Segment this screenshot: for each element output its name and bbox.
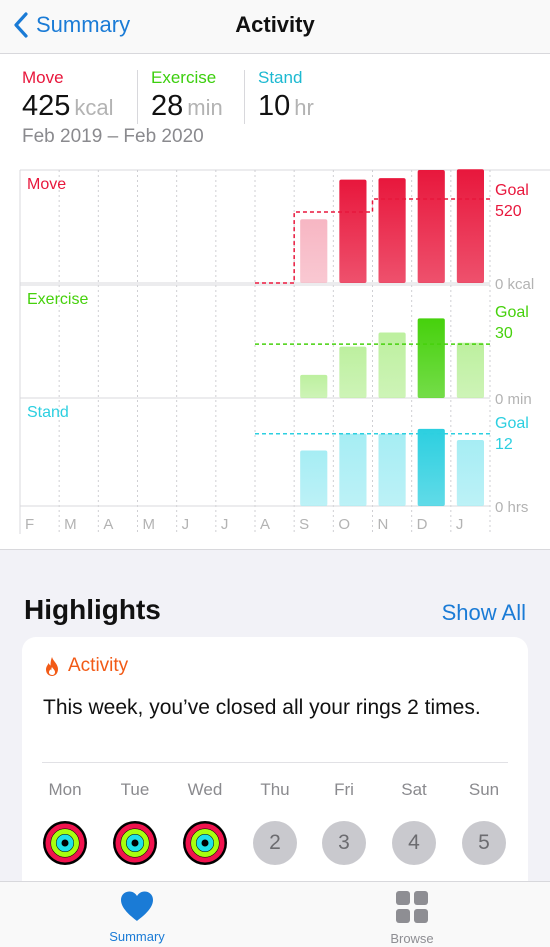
activity-rings-icon[interactable] (183, 821, 227, 865)
chart-bar (456, 169, 484, 283)
day-label: Thu (260, 780, 290, 799)
chart-goal-label: Goal (495, 182, 529, 199)
chart-x-tick-label: J (456, 516, 464, 533)
chart-x-tick-label: F (25, 516, 34, 533)
day-label: Fri (334, 780, 354, 799)
chart-bar (378, 178, 406, 283)
show-all-link[interactable]: Show All (442, 600, 526, 626)
tab-summary-label: Summary (109, 929, 165, 944)
chart-axis-unit-label: 0 min (495, 391, 532, 408)
tab-browse[interactable]: Browse (352, 890, 472, 946)
activity-summary-panel: Move 425 kcal Exercise 28 min Stand 10 hr F… (0, 54, 550, 550)
day-number-circle[interactable]: 2 (253, 821, 297, 865)
chart-bar (339, 346, 367, 398)
chart-x-tick-label: S (299, 516, 309, 533)
chart-bar (300, 374, 328, 398)
grid-icon (396, 891, 428, 923)
day-label: Sat (401, 780, 427, 799)
card-title-label: Activity (68, 655, 129, 676)
chart-bar (456, 439, 484, 506)
chart-x-tick-label: J (221, 516, 229, 533)
chart-goal-value: 30 (495, 325, 513, 342)
chart-bar (378, 433, 406, 506)
chart-x-tick-label: A (103, 516, 113, 533)
activity-rings-icon[interactable] (43, 821, 87, 865)
tab-browse-label: Browse (390, 931, 434, 946)
tab-summary[interactable]: Summary (77, 890, 197, 944)
chart-goal-label: Goal (495, 415, 529, 432)
flame-icon (46, 656, 58, 676)
chart-series-label: Move (27, 176, 66, 193)
chart-axis-unit-label: 0 hrs (495, 499, 528, 516)
chart-bar (339, 433, 367, 506)
heart-icon (121, 891, 153, 921)
day-number-circle[interactable]: 4 (392, 821, 436, 865)
day-label: Mon (48, 780, 82, 799)
chart-x-tick-label: J (182, 516, 190, 533)
highlights-heading: Highlights (24, 594, 161, 625)
chart-x-tick-label: D (417, 516, 428, 533)
activity-chart: Move Goal 520 0 kcal Exercise Goal 30 0 min Stan… (19, 169, 550, 534)
chart-series-label: Stand (27, 404, 69, 421)
chart-x-tick-label: M (143, 516, 156, 533)
chart-axis-unit-label: 0 kcal (495, 276, 534, 293)
day-label: Sun (468, 780, 500, 799)
chart-series-label: Exercise (27, 291, 88, 308)
chart-goal-label: Goal (495, 304, 529, 321)
chart-goal-value: 520 (495, 203, 522, 220)
activity-rings-icon[interactable] (113, 821, 157, 865)
divider (42, 762, 508, 763)
tab-bar: Summary Browse (0, 881, 550, 947)
chart-bar (417, 170, 445, 283)
chart-x-tick-label: A (260, 516, 270, 533)
activity-highlight-card[interactable]: Activity This week, you’ve closed all yo… (22, 637, 528, 897)
chart-bar (417, 318, 445, 398)
card-title: Activity (44, 655, 128, 677)
chart-bar (300, 219, 328, 283)
day-number-circle[interactable]: 3 (322, 821, 366, 865)
highlight-text: This week, you’ve closed all your rings … (43, 696, 481, 719)
chart-bar (339, 179, 367, 283)
navigation-bar: Summary Activity (0, 0, 550, 54)
page-title: Activity (235, 12, 315, 37)
chart-x-tick-label: O (338, 516, 350, 533)
chart-goal-value: 12 (495, 436, 513, 453)
day-number-circle[interactable]: 5 (462, 821, 506, 865)
chart-bar (300, 450, 328, 506)
chart-x-tick-label: N (378, 516, 389, 533)
chart-bar (456, 342, 484, 398)
day-label: Wed (187, 780, 223, 799)
chart-bar (417, 428, 445, 506)
day-label: Tue (120, 780, 150, 799)
chart-bar (378, 332, 406, 398)
chart-x-tick-label: M (64, 516, 77, 533)
